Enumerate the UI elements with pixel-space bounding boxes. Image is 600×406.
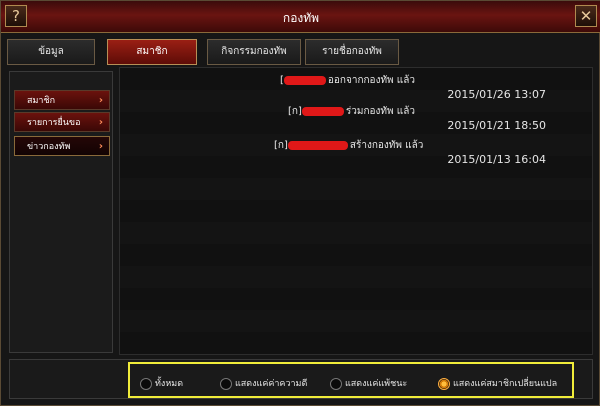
- news-item: [ก] สร้างกองทัพ แล้ว 2015/01/13 16:04: [120, 135, 592, 169]
- sidebar: สมาชิก › รายการยื่นขอ › ข่าวกองทัพ ›: [9, 71, 113, 353]
- radio-icon: [330, 377, 342, 390]
- news-prefix: [ก]: [274, 140, 288, 151]
- chevron-right-icon: ›: [98, 95, 103, 106]
- filter-radio-merit[interactable]: แสดงแค่ค่าความดี: [220, 377, 307, 391]
- news-item: [ออกจากกองทัพ แล้ว 2015/01/26 13:07: [120, 70, 592, 104]
- filter-radio-member-changes[interactable]: แสดงแค่สมาชิกเปลี่ยนแปล: [438, 377, 557, 391]
- list-row-bg: [120, 310, 592, 332]
- close-button[interactable]: ✕: [575, 5, 597, 27]
- filter-radio-win-loss[interactable]: แสดงแค่แพ้ชนะ: [330, 377, 407, 391]
- tab-members[interactable]: สมาชิก: [107, 39, 197, 65]
- list-row-bg: [120, 200, 592, 222]
- list-row-bg: [120, 288, 592, 310]
- list-row-bg: [120, 178, 592, 200]
- list-row-bg: [120, 332, 592, 354]
- sidebar-item-label: ข่าวกองทัพ: [27, 142, 71, 152]
- news-text: [ก] สร้างกองทัพ แล้ว: [274, 138, 423, 153]
- radio-selected-icon: [438, 377, 450, 390]
- news-text: [ก] ร่วมกองทัพ แล้ว: [288, 104, 415, 119]
- filter-label: แสดงแค่แพ้ชนะ: [345, 379, 408, 389]
- filter-label: แสดงแค่สมาชิกเปลี่ยนแปล: [453, 379, 558, 389]
- tab-guild-list[interactable]: รายชื่อกองทัพ: [305, 39, 399, 65]
- news-message: สร้างกองทัพ แล้ว: [349, 140, 424, 151]
- list-row-bg: [120, 266, 592, 288]
- news-date: 2015/01/13 16:04: [447, 153, 546, 166]
- tab-guild-activities[interactable]: กิจกรรมกองทัพ: [207, 39, 301, 65]
- redacted-name: [287, 140, 348, 150]
- tab-info[interactable]: ข้อมูล: [7, 39, 95, 65]
- sidebar-item-applications[interactable]: รายการยื่นขอ ›: [14, 112, 110, 132]
- sidebar-item-label: สมาชิก: [27, 96, 56, 106]
- filter-highlight-box: ทั้งหมด แสดงแค่ค่าความดี แสดงแค่แพ้ชนะ แ…: [128, 362, 574, 398]
- chevron-right-icon: ›: [98, 117, 103, 128]
- news-date: 2015/01/26 13:07: [447, 88, 546, 101]
- news-list[interactable]: [ออกจากกองทัพ แล้ว 2015/01/26 13:07 [ก] ร…: [119, 67, 593, 355]
- redacted-name: [283, 75, 326, 85]
- title-bar: ? กองทัพ ✕: [1, 1, 600, 33]
- news-message: ร่วมกองทัพ แล้ว: [345, 106, 415, 117]
- sidebar-item-members[interactable]: สมาชิก ›: [14, 90, 110, 110]
- filter-radio-all[interactable]: ทั้งหมด: [140, 377, 183, 391]
- list-row-bg: [120, 244, 592, 266]
- filter-bar: ทั้งหมด แสดงแค่ค่าความดี แสดงแค่แพ้ชนะ แ…: [9, 359, 593, 399]
- radio-icon: [140, 377, 152, 390]
- news-prefix: [ก]: [288, 106, 302, 117]
- redacted-name: [301, 106, 344, 116]
- filter-label: แสดงแค่ค่าความดี: [235, 379, 308, 389]
- news-item: [ก] ร่วมกองทัพ แล้ว 2015/01/21 18:50: [120, 101, 592, 135]
- window-title: กองทัพ: [282, 11, 320, 25]
- guild-window: ? กองทัพ ✕ ข้อมูล สมาชิก กิจกรรมกองทัพ ร…: [0, 0, 600, 406]
- list-row-bg: [120, 222, 592, 244]
- news-message: ออกจากกองทัพ แล้ว: [327, 75, 415, 86]
- news-text: [ออกจากกองทัพ แล้ว: [280, 73, 415, 88]
- radio-icon: [220, 377, 232, 390]
- news-date: 2015/01/21 18:50: [447, 119, 546, 132]
- chevron-right-icon: ›: [98, 141, 103, 152]
- filter-label: ทั้งหมด: [155, 379, 184, 389]
- sidebar-item-label: รายการยื่นขอ: [27, 118, 81, 128]
- sidebar-item-guild-news[interactable]: ข่าวกองทัพ ›: [14, 136, 110, 156]
